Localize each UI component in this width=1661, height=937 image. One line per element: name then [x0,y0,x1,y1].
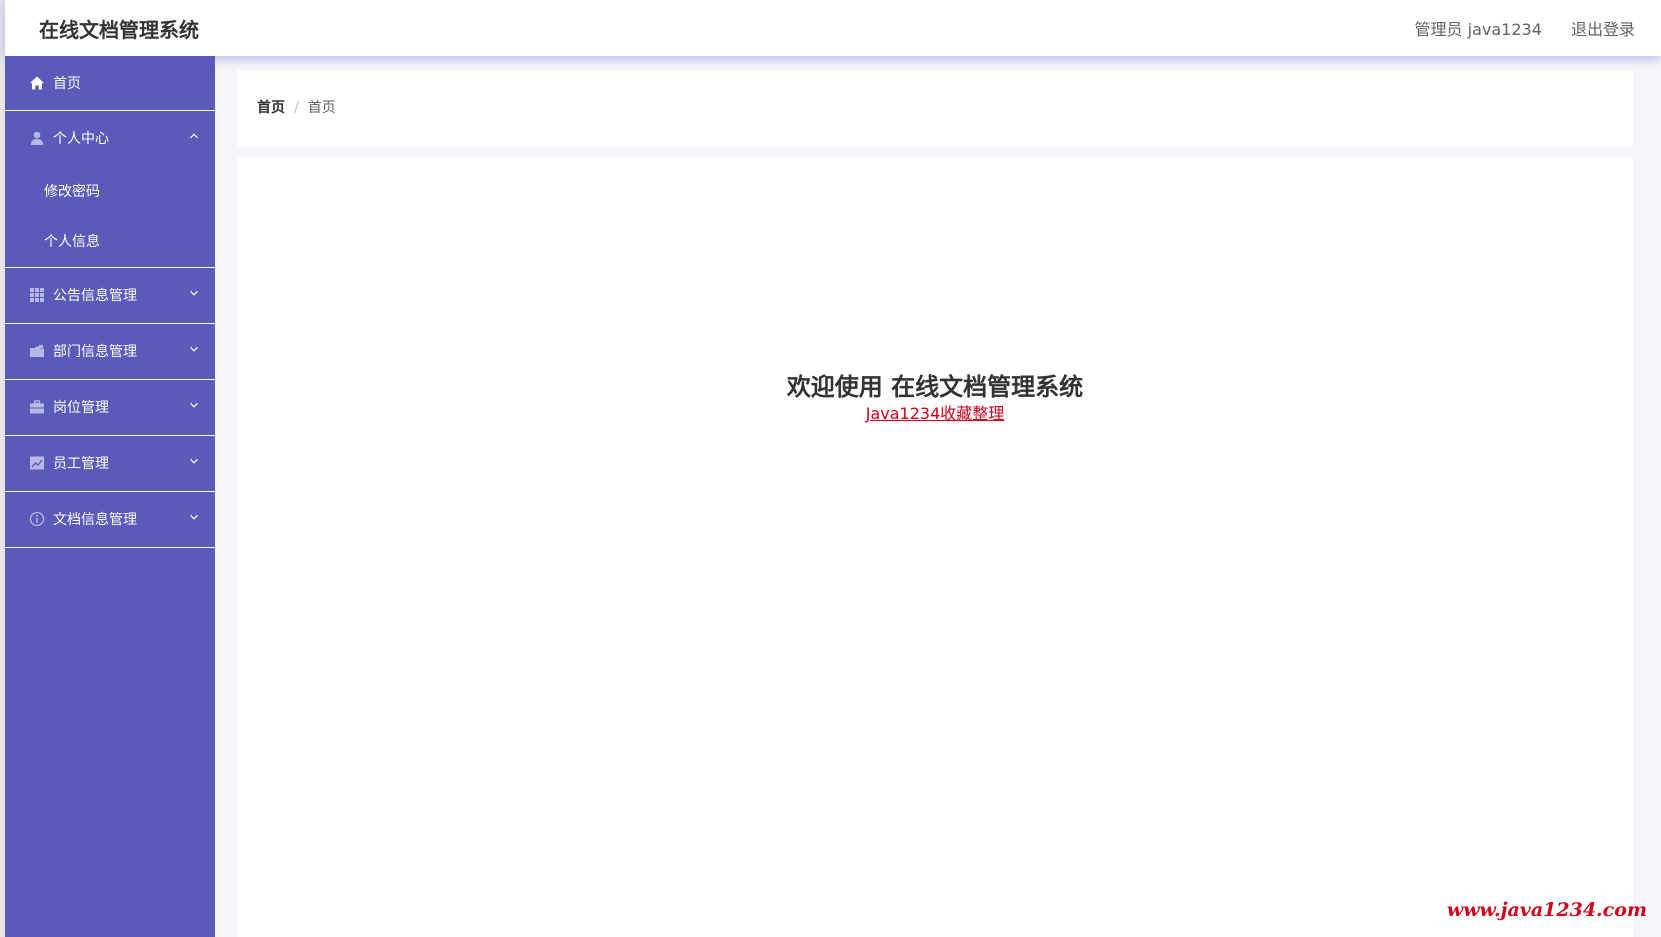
sidebar-item-employee-management[interactable]: 员工管理 [5,436,215,492]
sidebar-item-position-management[interactable]: 岗位管理 [5,380,215,436]
home-icon [30,76,44,90]
sidebar-item-personal-center[interactable]: 个人中心 [5,111,215,167]
sidebar-item-document-management[interactable]: 文档信息管理 [5,492,215,548]
sidebar-item-label: 文档信息管理 [53,512,137,528]
breadcrumb-root[interactable]: 首页 [257,100,285,116]
sidebar-item-label: 岗位管理 [53,400,109,416]
header-user-area: 管理员 java1234 退出登录 [1415,16,1635,40]
welcome-title: 欢迎使用 在线文档管理系统 [786,373,1084,401]
sidebar-subitem-profile[interactable]: 个人信息 [5,217,215,267]
chart-icon [30,456,44,470]
grid-icon [30,288,44,302]
info-icon [29,511,45,527]
main-content: 欢迎使用 在线文档管理系统 Java1234收藏整理 [237,157,1633,937]
sidebar-menu: 首页 个人中心 修改密码 个人信息 公告信息管理 部门信息管理 岗位管理 员工管… [5,56,215,937]
chevron-down-icon [190,514,198,520]
chevron-down-icon [190,290,198,296]
app-title: 在线文档管理系统 [39,18,199,42]
sidebar-item-label: 首页 [53,76,81,92]
sidebar-item-notice-management[interactable]: 公告信息管理 [5,268,215,324]
sidebar-item-label: 个人中心 [53,131,109,147]
breadcrumb-card: 首页 / 首页 [237,70,1633,146]
app-window: 在线文档管理系统 管理员 java1234 退出登录 首页 个人中心 修改密码 [0,0,1661,937]
top-header: 在线文档管理系统 管理员 java1234 退出登录 [5,0,1661,56]
chevron-up-icon [190,133,198,139]
user-icon [30,131,44,145]
watermark: www.java1234.com [1446,899,1647,921]
chevron-down-icon [190,458,198,464]
sidebar-item-label: 部门信息管理 [53,344,137,360]
folder-icon [30,345,44,357]
chevron-down-icon [190,402,198,408]
source-link[interactable]: Java1234收藏整理 [866,404,1005,423]
breadcrumb-separator: / [294,100,299,116]
sidebar-item-department-management[interactable]: 部门信息管理 [5,324,215,380]
current-user-label: 管理员 java1234 [1414,20,1542,39]
submenu-personal-center: 修改密码 个人信息 [5,167,215,268]
sidebar-subitem-change-password[interactable]: 修改密码 [5,167,215,217]
sidebar-item-label: 员工管理 [53,456,109,472]
welcome-block: 欢迎使用 在线文档管理系统 Java1234收藏整理 [237,371,1633,425]
sidebar-item-label: 公告信息管理 [53,288,137,304]
sidebar-item-home[interactable]: 首页 [5,56,215,111]
chevron-down-icon [190,346,198,352]
breadcrumb-current: 首页 [307,100,336,116]
logout-link[interactable]: 退出登录 [1571,16,1635,40]
briefcase-icon [30,400,44,414]
breadcrumb: 首页 / 首页 [257,97,336,117]
